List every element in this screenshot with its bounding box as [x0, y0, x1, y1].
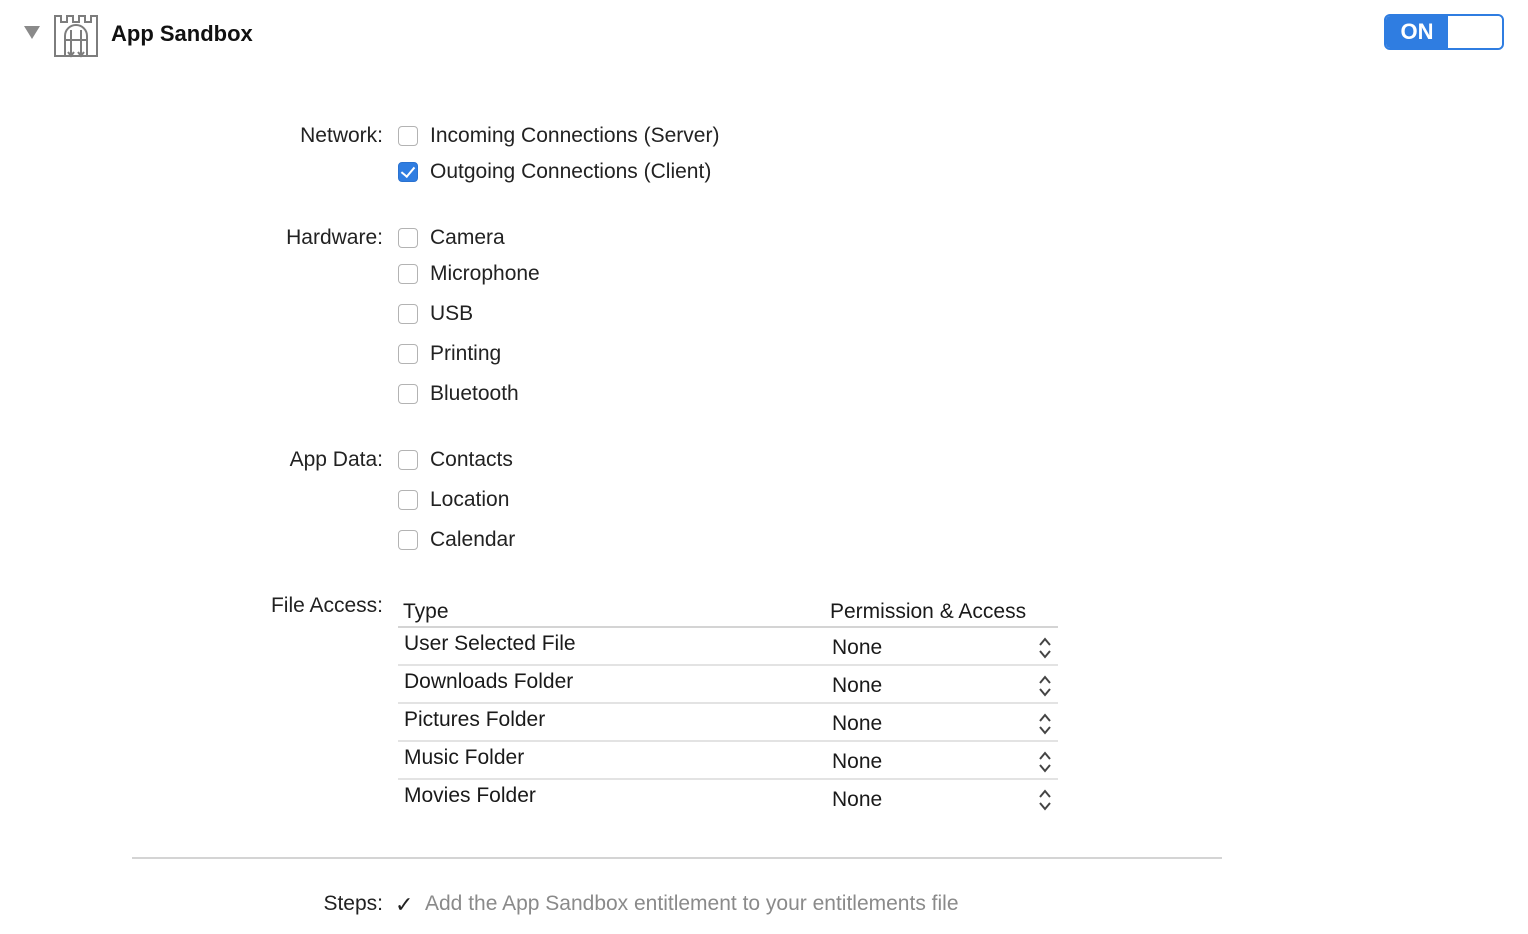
- microphone-checkbox[interactable]: Microphone: [398, 260, 540, 288]
- file-type-cell: User Selected File: [404, 632, 576, 655]
- checkbox-box[interactable]: [398, 384, 418, 404]
- checkbox-label: Camera: [430, 226, 505, 249]
- checkbox-box[interactable]: [398, 264, 418, 284]
- permission-popup[interactable]: None: [832, 711, 1056, 737]
- popup-chevrons-icon: [1039, 751, 1051, 773]
- printing-checkbox[interactable]: Printing: [398, 340, 501, 368]
- checkmark-icon: ✓: [395, 892, 414, 917]
- section-divider: [132, 857, 1222, 859]
- file-access-label: File Access:: [270, 594, 383, 617]
- file-type-cell: Music Folder: [404, 746, 525, 769]
- checkbox-box[interactable]: [398, 490, 418, 510]
- checkbox-box[interactable]: [398, 450, 418, 470]
- checkbox-box[interactable]: [398, 304, 418, 324]
- hardware-label: Hardware:: [286, 226, 383, 249]
- permission-value: None: [832, 674, 883, 697]
- popup-chevrons-icon: [1039, 675, 1051, 697]
- calendar-checkbox[interactable]: Calendar: [398, 526, 515, 554]
- permission-value: None: [832, 750, 883, 773]
- checkbox-box[interactable]: [398, 344, 418, 364]
- disclosure-triangle-icon[interactable]: [24, 26, 40, 39]
- permission-value: None: [832, 788, 883, 811]
- file-access-table: Type Permission & Access User Selected F…: [398, 596, 1058, 816]
- location-checkbox[interactable]: Location: [398, 486, 509, 514]
- popup-chevrons-icon: [1039, 789, 1051, 811]
- table-row: Movies Folder None: [398, 780, 1058, 816]
- checkbox-box-checked[interactable]: [398, 162, 418, 182]
- column-header-type[interactable]: Type: [403, 599, 449, 625]
- incoming-connections-checkbox[interactable]: Incoming Connections (Server): [398, 122, 719, 150]
- checkbox-box[interactable]: [398, 228, 418, 248]
- table-row: Downloads Folder None: [398, 666, 1058, 704]
- app-data-label: App Data:: [289, 448, 383, 471]
- checkbox-label: Microphone: [430, 262, 540, 285]
- checkbox-label: Calendar: [430, 528, 516, 551]
- steps-label: Steps:: [323, 892, 383, 915]
- castle-icon: [54, 15, 98, 58]
- toggle-on-label: ON: [1386, 16, 1448, 48]
- toggle-knob: [1448, 16, 1502, 48]
- checkbox-label: Bluetooth: [430, 382, 519, 405]
- table-row: Music Folder None: [398, 742, 1058, 780]
- checkbox-label: USB: [430, 302, 474, 325]
- permission-popup[interactable]: None: [832, 787, 1056, 813]
- outgoing-connections-checkbox[interactable]: Outgoing Connections (Client): [398, 158, 711, 186]
- file-type-cell: Downloads Folder: [404, 670, 574, 693]
- usb-checkbox[interactable]: USB: [398, 300, 473, 328]
- permission-popup[interactable]: None: [832, 673, 1056, 699]
- permission-value: None: [832, 712, 883, 735]
- contacts-checkbox[interactable]: Contacts: [398, 446, 513, 474]
- permission-popup[interactable]: None: [832, 635, 1056, 661]
- permission-popup[interactable]: None: [832, 749, 1056, 775]
- section-title: App Sandbox: [111, 21, 253, 46]
- file-type-cell: Pictures Folder: [404, 708, 546, 731]
- checkbox-label: Location: [430, 488, 510, 511]
- checkbox-label: Printing: [430, 342, 502, 365]
- checkbox-box[interactable]: [398, 126, 418, 146]
- sandbox-toggle[interactable]: ON: [1384, 14, 1504, 50]
- step-text: Add the App Sandbox entitlement to your …: [425, 892, 959, 915]
- table-row: Pictures Folder None: [398, 704, 1058, 742]
- file-type-cell: Movies Folder: [404, 784, 536, 807]
- column-header-permission[interactable]: Permission & Access: [830, 599, 1026, 625]
- checkbox-label: Outgoing Connections (Client): [430, 160, 712, 183]
- camera-checkbox[interactable]: Camera: [398, 224, 505, 252]
- checkbox-label: Contacts: [430, 448, 513, 471]
- popup-chevrons-icon: [1039, 637, 1051, 659]
- checkbox-box[interactable]: [398, 530, 418, 550]
- bluetooth-checkbox[interactable]: Bluetooth: [398, 380, 519, 408]
- permission-value: None: [832, 636, 883, 659]
- popup-chevrons-icon: [1039, 713, 1051, 735]
- network-label: Network:: [300, 124, 383, 147]
- table-row: User Selected File None: [398, 628, 1058, 666]
- checkbox-label: Incoming Connections (Server): [430, 124, 720, 147]
- table-header: Type Permission & Access: [398, 596, 1058, 628]
